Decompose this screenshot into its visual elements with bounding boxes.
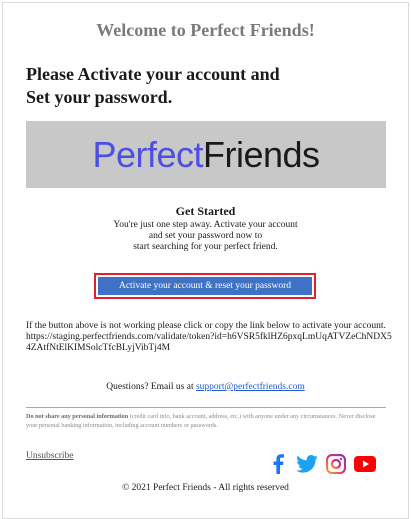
youtube-icon[interactable] [353, 454, 377, 474]
facebook-icon[interactable] [266, 454, 290, 474]
logo-banner: PerfectFriends [26, 121, 386, 188]
activate-account-button[interactable]: Activate your account & reset your passw… [98, 277, 312, 295]
get-started-line-2: and set your password now to [148, 231, 263, 241]
footer-divider [26, 407, 386, 408]
fallback-text: If the button above is not working pleas… [26, 321, 386, 331]
questions-text: Questions? Email us at [106, 382, 194, 392]
unsubscribe-link[interactable]: Unsubscribe [26, 451, 74, 461]
welcome-title: Welcome to Perfect Friends! [96, 20, 315, 40]
questions-line: Questions? Email us at support@perfectfr… [0, 382, 411, 392]
get-started-text: You're just one step away. Activate your… [0, 220, 411, 253]
support-email-link[interactable]: support@perfectfriends.com [196, 382, 305, 392]
disclaimer-bold: Do not share any personal information [26, 413, 129, 420]
logo-part-friends: Friends [203, 134, 320, 175]
social-links [266, 454, 377, 474]
get-started-title: Get Started [175, 204, 236, 218]
instagram-icon[interactable] [324, 454, 348, 474]
get-started-line-3: start searching for your perfect friend. [133, 242, 278, 252]
activation-link[interactable]: https://staging.perfectfriends.com/valid… [26, 332, 396, 354]
fallback-link-section: If the button above is not working pleas… [26, 321, 396, 354]
privacy-disclaimer: Do not share any personal information (c… [26, 412, 382, 430]
logo-part-perfect: Perfect [92, 134, 203, 175]
headline: Please Activate your account and Set you… [26, 63, 356, 109]
headline-line-2: Set your password. [26, 87, 173, 107]
twitter-icon[interactable] [295, 454, 319, 474]
perfect-friends-logo: PerfectFriends [26, 121, 386, 188]
copyright-text: © 2021 Perfect Friends - All rights rese… [122, 483, 289, 493]
get-started-line-1: You're just one step away. Activate your… [113, 220, 298, 230]
headline-line-1: Please Activate your account and [26, 64, 280, 84]
